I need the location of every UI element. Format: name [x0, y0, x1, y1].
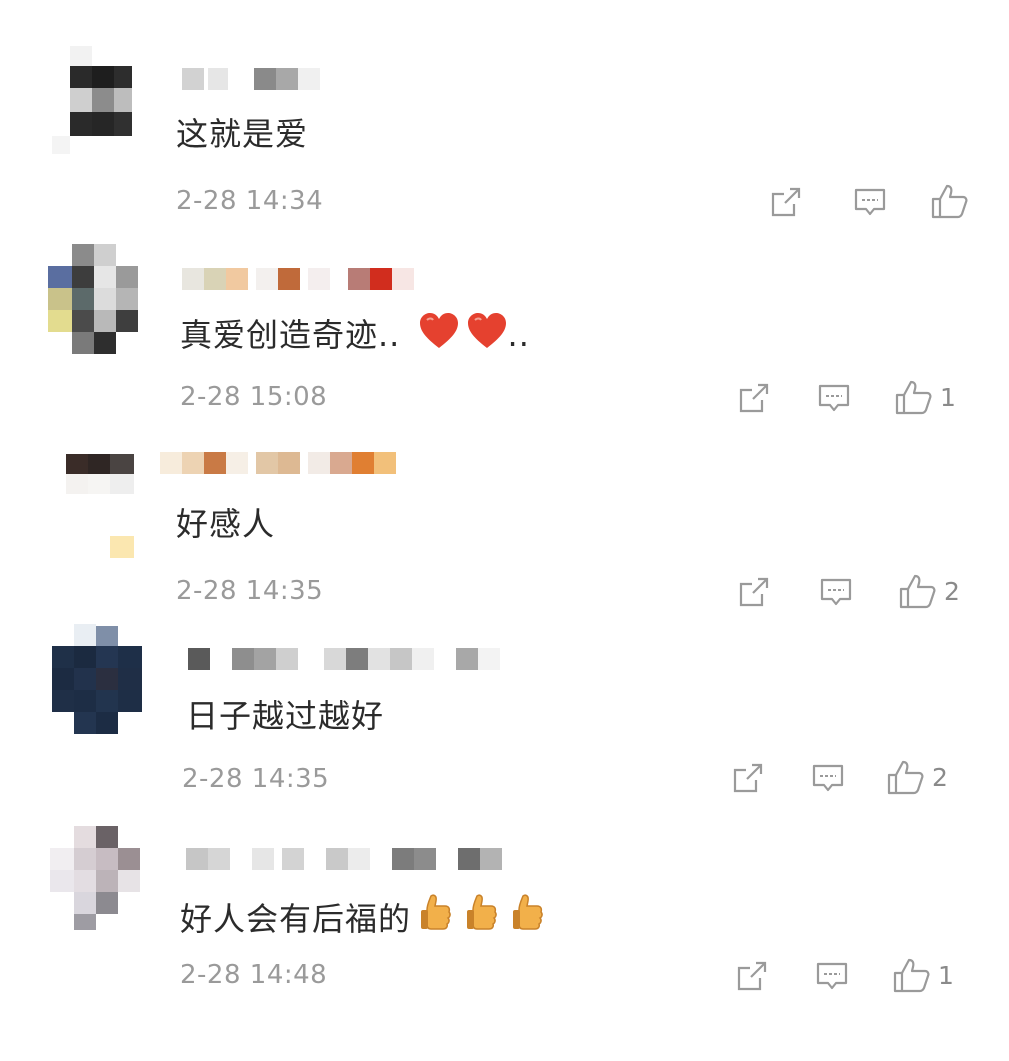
comment-text: 日子越过越好 — [186, 696, 384, 736]
comment-text-content: 真爱创造奇迹.. — [180, 316, 412, 354]
reply-button[interactable] — [818, 574, 854, 610]
comment-item: 这就是爱 2-28 14:34 — [0, 0, 1009, 232]
share-button[interactable] — [730, 760, 766, 796]
avatar-image — [46, 448, 142, 560]
share-button[interactable] — [734, 958, 770, 994]
share-button[interactable] — [768, 184, 804, 220]
avatar[interactable] — [46, 448, 142, 560]
reply-button[interactable] — [810, 760, 846, 796]
comment-time: 2-28 14:35 — [176, 576, 324, 606]
username-pixelated — [186, 848, 502, 870]
like-button[interactable]: 1 — [892, 956, 954, 994]
like-count: 2 — [944, 576, 960, 606]
comment-list: 这就是爱 2-28 14:34 真爱创造奇迹.. .. 2-28 15:08 1… — [0, 0, 1009, 1061]
avatar-image — [52, 42, 148, 154]
username-pixelated — [188, 648, 500, 670]
like-icon — [899, 574, 936, 609]
comment-item: 真爱创造奇迹.. .. 2-28 15:08 1 — [0, 232, 1009, 428]
comment-text-content: 好感人 — [176, 505, 276, 543]
thumbs-up-emoji — [417, 892, 457, 934]
username-blurred[interactable] — [160, 452, 400, 474]
comment-text: 好人会有后福的 — [180, 892, 549, 939]
username-blurred[interactable] — [186, 848, 506, 870]
like-icon — [931, 184, 968, 219]
share-icon — [733, 763, 763, 793]
comment-item: 好感人 2-28 14:35 2 — [0, 428, 1009, 624]
comment-time: 2-28 14:48 — [180, 960, 328, 990]
reply-icon — [816, 962, 848, 990]
username-blurred[interactable] — [182, 268, 422, 290]
like-icon — [895, 380, 932, 415]
thumbs-up-emoji — [509, 892, 549, 934]
like-button[interactable]: 2 — [898, 572, 960, 610]
avatar-image — [52, 624, 148, 736]
reply-button[interactable] — [814, 958, 850, 994]
like-button[interactable] — [930, 182, 976, 220]
like-button[interactable]: 1 — [894, 378, 956, 416]
like-button[interactable]: 2 — [886, 758, 948, 796]
red-heart-emoji — [418, 312, 460, 350]
username-blurred[interactable] — [182, 68, 332, 90]
comment-item: 日子越过越好 2-28 14:35 2 — [0, 624, 1009, 814]
comment-text: 好感人 — [176, 504, 275, 544]
reply-button[interactable] — [852, 184, 888, 220]
thumbs-up-emoji — [463, 892, 503, 934]
like-count: 2 — [932, 762, 948, 792]
comment-text: 这就是爱 — [176, 114, 308, 154]
like-icon — [887, 760, 924, 795]
avatar[interactable] — [52, 624, 148, 736]
reply-icon — [854, 188, 886, 216]
like-count: 1 — [940, 382, 956, 412]
comment-text-content: 日子越过越好 — [186, 697, 385, 735]
reply-button[interactable] — [816, 380, 852, 416]
reply-icon — [818, 384, 850, 412]
username-pixelated — [182, 68, 320, 90]
comment-time: 2-28 15:08 — [180, 382, 328, 412]
red-heart-emoji — [466, 312, 508, 350]
username-blurred[interactable] — [188, 648, 508, 670]
like-icon — [893, 958, 930, 993]
username-pixelated — [160, 452, 396, 474]
comment-text-content: 好人会有后福的 — [180, 900, 412, 938]
comment-text: 真爱创造奇迹.. .. — [180, 312, 530, 355]
comment-item: 好人会有后福的 2-28 14:48 1 — [0, 814, 1009, 1028]
avatar[interactable] — [52, 42, 148, 154]
username-pixelated — [182, 268, 414, 290]
avatar[interactable] — [48, 244, 144, 356]
avatar-image — [48, 244, 144, 356]
share-button[interactable] — [736, 574, 772, 610]
share-icon — [771, 187, 801, 217]
reply-icon — [820, 578, 852, 606]
share-icon — [737, 961, 767, 991]
avatar-image — [50, 822, 146, 934]
reply-icon — [812, 764, 844, 792]
avatar[interactable] — [50, 822, 146, 934]
comment-text-content: 这就是爱 — [176, 115, 309, 153]
share-button[interactable] — [736, 380, 772, 416]
comment-time: 2-28 14:35 — [182, 764, 330, 794]
comment-time: 2-28 14:34 — [176, 186, 324, 216]
like-count: 1 — [938, 960, 954, 990]
share-icon — [739, 383, 769, 413]
share-icon — [739, 577, 769, 607]
comment-text-suffix: .. — [507, 316, 530, 354]
